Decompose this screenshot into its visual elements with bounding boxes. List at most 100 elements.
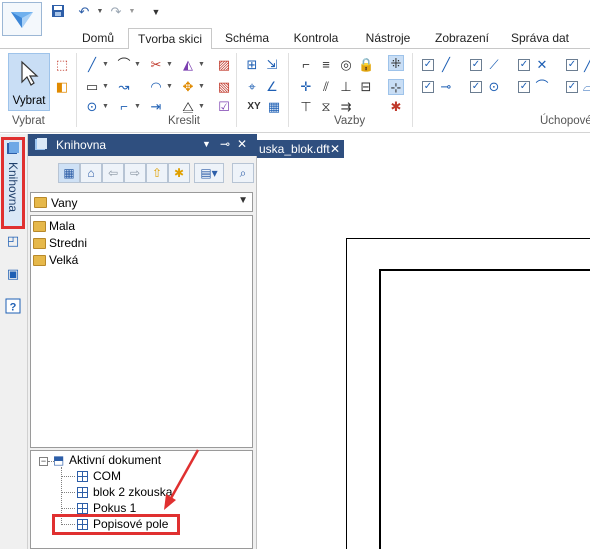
tree-root[interactable]: ⬒ Aktivní dokument: [53, 453, 161, 467]
tab-zobrazeni[interactable]: Zobrazení: [426, 28, 498, 49]
table-icon[interactable]: ▦: [266, 99, 282, 115]
mirror-icon[interactable]: ◭: [180, 57, 196, 73]
list-item[interactable]: Mala: [33, 219, 75, 233]
endpoint-icon[interactable]: ╱: [438, 57, 454, 73]
offset-icon[interactable]: ◠: [148, 79, 164, 95]
tab-kontrola[interactable]: Kontrola: [284, 28, 348, 49]
redo-icon[interactable]: ↷: [108, 4, 124, 20]
connect-icon[interactable]: ⌐: [298, 57, 314, 73]
concentric-icon[interactable]: ◎: [338, 57, 354, 73]
circle-icon[interactable]: ⊙: [84, 99, 100, 115]
grid-snap-icon[interactable]: ⊞: [244, 57, 260, 73]
center-point-icon[interactable]: ⊸: [438, 79, 454, 95]
new-folder-icon[interactable]: ✱: [168, 163, 190, 183]
hatch-icon[interactable]: ▨: [216, 57, 232, 73]
fill-icon[interactable]: ▧: [216, 79, 232, 95]
trim-icon[interactable]: ✂: [148, 57, 164, 73]
search-icon[interactable]: ⌕: [232, 163, 254, 183]
rectangle-dropdown-icon[interactable]: ▼: [102, 83, 109, 90]
trim-dropdown-icon[interactable]: ▼: [166, 61, 173, 68]
midpoint-icon[interactable]: ⟋: [486, 57, 502, 73]
home-icon[interactable]: ⌂: [80, 163, 102, 183]
fillet-dropdown-icon[interactable]: ▼: [134, 103, 141, 110]
relation-handles-icon[interactable]: ⁜: [388, 55, 404, 71]
handle-checkbox-midpoint[interactable]: ✓: [470, 59, 482, 71]
list-item[interactable]: Velká: [33, 253, 78, 267]
symmetry-dropdown-icon[interactable]: ▼: [198, 103, 205, 110]
extend-icon[interactable]: ⇥: [148, 99, 164, 115]
handle-checkbox-tangent[interactable]: ✓: [566, 59, 578, 71]
move-dropdown-icon[interactable]: ▼: [198, 83, 205, 90]
close-icon[interactable]: ✕: [237, 137, 247, 151]
select-filter-icon[interactable]: ◧: [54, 79, 70, 95]
save-icon[interactable]: [50, 4, 66, 20]
intersection-icon[interactable]: ✕: [534, 57, 550, 73]
dimension-icon[interactable]: ⌖: [244, 79, 260, 95]
tangent-handle-icon[interactable]: ╱: [580, 57, 590, 73]
parallel-icon[interactable]: ⫽: [318, 79, 334, 95]
tree-item[interactable]: Pokus 1: [77, 501, 136, 515]
select-button[interactable]: Vybrat: [8, 53, 50, 111]
fillet-icon[interactable]: ⌐: [116, 99, 132, 115]
xy-coordinate-icon[interactable]: XY: [246, 99, 262, 115]
mirror-dropdown-icon[interactable]: ▼: [198, 61, 205, 68]
pin-icon[interactable]: ⊸: [220, 137, 230, 151]
arc-icon[interactable]: ⌒: [116, 57, 132, 73]
perpendicular-icon[interactable]: ⊤: [298, 99, 314, 115]
arrow-relation-icon[interactable]: ⇲: [264, 57, 280, 73]
lock-icon[interactable]: 🔒: [358, 57, 374, 73]
list-item[interactable]: Stredni: [33, 236, 87, 250]
tab-schema[interactable]: Schéma: [216, 28, 278, 49]
tab-tvorba-skici[interactable]: Tvorba skici: [128, 28, 212, 50]
layers-icon[interactable]: ◰: [4, 232, 22, 250]
symmetry-icon[interactable]: ⧋: [180, 99, 196, 115]
collinear-icon[interactable]: ✛: [298, 79, 314, 95]
move-icon[interactable]: ✥: [180, 79, 196, 95]
tab-nastroje[interactable]: Nástroje: [356, 28, 420, 49]
horizontal-vertical-icon[interactable]: ≡: [318, 57, 334, 73]
arc-handle-icon[interactable]: ⌓: [580, 79, 590, 95]
help-icon[interactable]: ?: [4, 298, 22, 316]
circle-dropdown-icon[interactable]: ▼: [102, 103, 109, 110]
handle-checkbox-endpoint[interactable]: ✓: [422, 59, 434, 71]
show-relations-icon[interactable]: ✱: [388, 99, 404, 115]
tab-domu[interactable]: Domů: [70, 28, 126, 49]
forward-icon[interactable]: ⇨: [124, 163, 146, 183]
arc-dropdown-icon[interactable]: ▼: [134, 61, 141, 68]
property-text-icon[interactable]: ☑: [216, 99, 232, 115]
handle-checkbox-intersection[interactable]: ✓: [518, 59, 530, 71]
folder-up-icon[interactable]: ⇧: [146, 163, 168, 183]
maintain-relations-icon[interactable]: ⊹: [388, 79, 404, 95]
symmetric-relation-icon[interactable]: ⧖: [318, 99, 334, 115]
redo-dropdown-icon[interactable]: ▼: [124, 4, 140, 20]
tree-item[interactable]: COM: [77, 469, 121, 483]
document-tab[interactable]: uska_blok.dft ✕: [257, 140, 344, 158]
line-icon[interactable]: ╱: [84, 57, 100, 73]
close-icon[interactable]: ✕: [330, 142, 340, 156]
undo-icon[interactable]: ↶: [76, 4, 92, 20]
tangent-icon[interactable]: ⊥: [338, 79, 354, 95]
collapse-icon[interactable]: −: [39, 457, 48, 466]
rectangle-icon[interactable]: ▭: [84, 79, 100, 95]
view-icons-icon[interactable]: ▦: [58, 163, 80, 183]
undo-dropdown-icon[interactable]: ▼: [92, 4, 108, 20]
handle-checkbox-circle-center[interactable]: ✓: [470, 81, 482, 93]
back-icon[interactable]: ⇦: [102, 163, 124, 183]
customize-qat-icon[interactable]: ▼: [148, 4, 164, 20]
offset-dropdown-icon[interactable]: ▼: [166, 83, 173, 90]
tab-sprava-dat[interactable]: Správa dat: [504, 28, 576, 49]
rigid-set-icon[interactable]: ⇉: [338, 99, 354, 115]
handle-checkbox-center[interactable]: ✓: [422, 81, 434, 93]
equal-icon[interactable]: ⊟: [358, 79, 374, 95]
select-tool-icon[interactable]: ⬚: [54, 57, 70, 73]
line-dropdown-icon[interactable]: ▼: [102, 61, 109, 68]
angular-dimension-icon[interactable]: ∠: [264, 79, 280, 95]
handle-checkbox-arc[interactable]: ✓: [566, 81, 578, 93]
curve-icon[interactable]: ↝: [116, 79, 132, 95]
library-vertical-tab[interactable]: Knihovna: [1, 137, 25, 229]
tree-item[interactable]: blok 2 zkouska: [77, 485, 172, 499]
folder-combo[interactable]: Vany ▼: [30, 192, 253, 212]
quadrant-icon[interactable]: ⌒: [534, 79, 550, 95]
handle-checkbox-quadrant[interactable]: ✓: [518, 81, 530, 93]
view-options-icon[interactable]: ▤▾: [194, 163, 224, 183]
